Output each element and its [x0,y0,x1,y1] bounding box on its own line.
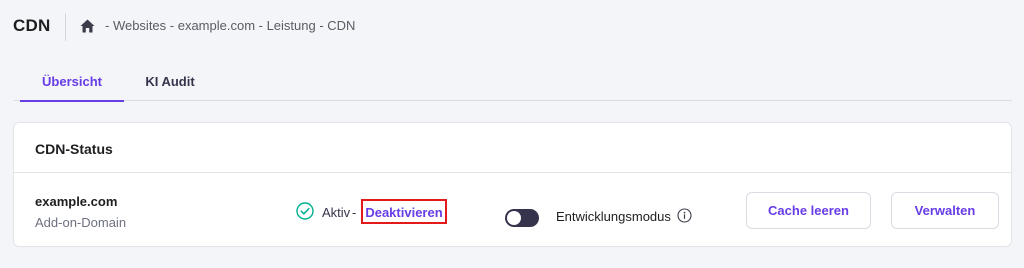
check-circle-icon [296,202,314,220]
clear-cache-button[interactable]: Cache leeren [746,192,871,229]
page-header: CDN - Websites - example.com - Leistung … [0,0,1024,56]
toggle-knob [507,211,521,225]
cdn-status-card: CDN-Status example.com Add-on-Domain Akt… [13,122,1012,247]
status-label: Aktiv [322,205,351,220]
page-title: CDN [13,16,51,35]
domain-type: Add-on-Domain [35,215,127,230]
domain-name: example.com [35,194,118,209]
breadcrumb-path[interactable]: - Websites - example.com - Leistung - CD… [105,18,355,33]
dev-mode-toggle[interactable] [505,209,539,227]
cdn-page: CDN - Websites - example.com - Leistung … [0,0,1024,268]
manage-button[interactable]: Verwalten [891,192,999,229]
tab-bar: Übersicht KI Audit [14,62,1012,102]
status-separator: - [352,205,357,220]
header-divider [65,13,66,41]
card-header: CDN-Status [14,123,1011,173]
deactivate-link[interactable]: Deaktivieren [361,199,447,224]
tab-ai-audit[interactable]: KI Audit [132,62,208,101]
card-title: CDN-Status [35,141,113,157]
info-icon[interactable] [677,208,692,223]
home-icon[interactable] [80,19,95,33]
breadcrumb: - Websites - example.com - Leistung - CD… [80,18,355,33]
dev-mode-label: Entwicklungsmodus [556,209,671,224]
tab-overview[interactable]: Übersicht [20,62,124,102]
